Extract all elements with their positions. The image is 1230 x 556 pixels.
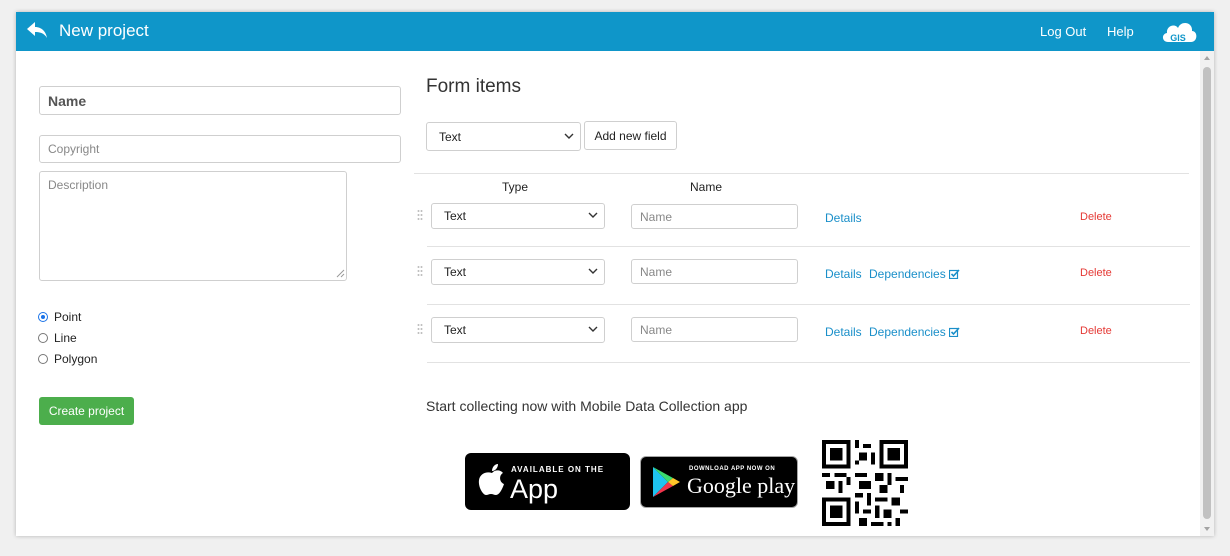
row-divider	[427, 362, 1190, 363]
radio-icon[interactable]	[38, 354, 48, 364]
delete-link[interactable]: Delete	[1080, 267, 1112, 279]
app-store-big-text: App Store	[510, 474, 575, 535]
drag-handle-icon[interactable]	[417, 323, 423, 337]
app-store-small-text: AVAILABLE ON THE	[511, 465, 605, 474]
promo-text: Start collecting now with Mobile Data Co…	[426, 398, 748, 414]
apple-icon	[478, 464, 504, 495]
column-header-type: Type	[502, 180, 529, 194]
details-link[interactable]: Details	[825, 267, 862, 281]
page-title: New project	[59, 21, 149, 40]
scroll-up-icon[interactable]	[1204, 56, 1210, 60]
google-play-big-text: Google play	[687, 473, 796, 498]
details-link[interactable]: Details	[825, 325, 862, 339]
geometry-option-line[interactable]: Line	[38, 331, 77, 345]
dependencies-label: Dependencies	[869, 267, 946, 281]
scroll-thumb[interactable]	[1203, 67, 1211, 519]
google-play-small-text: DOWNLOAD APP NOW ON	[689, 466, 776, 472]
help-link[interactable]: Help	[1107, 24, 1134, 39]
header-bar: New project Log Out Help GIS	[16, 12, 1214, 51]
back-arrow-icon[interactable]	[26, 21, 48, 41]
resize-grip-icon[interactable]	[336, 269, 345, 278]
qr-code	[822, 440, 908, 526]
app-store-badge[interactable]: AVAILABLE ON THE App Store	[465, 453, 630, 535]
field-type-select[interactable]: Text	[431, 317, 605, 343]
app-window: New project Log Out Help GIS Point Line …	[16, 12, 1214, 536]
row-divider	[427, 304, 1190, 305]
field-name-input[interactable]	[631, 317, 798, 342]
copyright-input[interactable]	[39, 135, 401, 163]
row-divider	[427, 246, 1190, 247]
form-items-title: Form items	[426, 76, 521, 97]
vertical-scrollbar[interactable]	[1200, 51, 1214, 536]
chevron-down-icon	[588, 212, 598, 218]
checkbox-edit-icon	[948, 269, 960, 279]
delete-link[interactable]: Delete	[1080, 211, 1112, 223]
new-field-type-select[interactable]: Text	[426, 122, 581, 151]
field-name-input[interactable]	[631, 259, 798, 284]
create-project-button[interactable]: Create project	[39, 397, 134, 425]
google-play-icon	[653, 467, 680, 497]
dependencies-link[interactable]: Dependencies	[869, 267, 960, 281]
add-new-field-button[interactable]: Add new field	[584, 121, 677, 150]
geometry-label: Point	[54, 310, 82, 324]
geometry-option-polygon[interactable]: Polygon	[38, 352, 97, 366]
column-header-name: Name	[690, 180, 723, 194]
dependencies-label: Dependencies	[869, 325, 946, 339]
geometry-option-point[interactable]: Point	[38, 310, 81, 324]
project-name-input[interactable]	[39, 86, 401, 115]
scroll-down-icon[interactable]	[1204, 527, 1210, 531]
chevron-down-icon	[564, 133, 574, 139]
dependencies-link[interactable]: Dependencies	[869, 325, 960, 339]
details-link[interactable]: Details	[825, 211, 862, 225]
select-value: Text	[444, 265, 467, 279]
select-value: Text	[444, 323, 467, 337]
chevron-down-icon	[588, 268, 598, 274]
geometry-label: Line	[54, 331, 77, 345]
description-textarea[interactable]	[39, 171, 347, 281]
chevron-down-icon	[588, 326, 598, 332]
gis-cloud-logo[interactable]: GIS	[1160, 16, 1198, 48]
divider	[414, 173, 1189, 174]
drag-handle-icon[interactable]	[417, 209, 423, 223]
checkbox-edit-icon	[948, 327, 960, 337]
radio-selected-icon[interactable]	[38, 312, 48, 322]
field-type-select[interactable]: Text	[431, 203, 605, 229]
delete-link[interactable]: Delete	[1080, 325, 1112, 337]
field-type-select[interactable]: Text	[431, 259, 605, 285]
select-value: Text	[444, 209, 467, 223]
logo-text: GIS	[1170, 33, 1186, 43]
geometry-label: Polygon	[54, 352, 98, 366]
select-value: Text	[439, 129, 462, 144]
field-name-input[interactable]	[631, 204, 798, 229]
radio-icon[interactable]	[38, 333, 48, 343]
logout-link[interactable]: Log Out	[1040, 24, 1086, 39]
drag-handle-icon[interactable]	[417, 265, 423, 279]
google-play-badge[interactable]: DOWNLOAD APP NOW ON Google play	[640, 456, 798, 508]
